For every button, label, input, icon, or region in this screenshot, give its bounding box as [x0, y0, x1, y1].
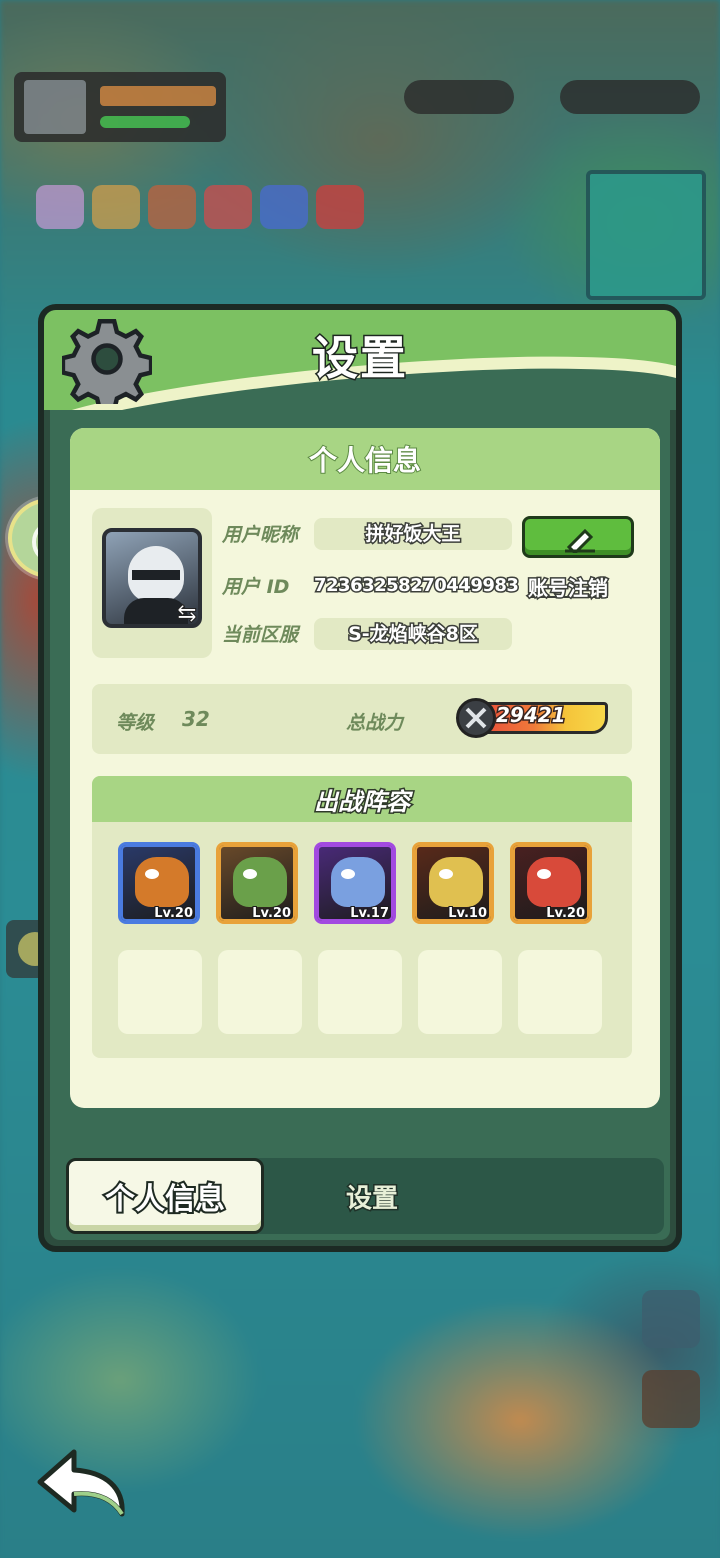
empty-hero-slot[interactable]	[118, 950, 202, 1034]
edit-nickname-button[interactable]	[522, 516, 634, 558]
empty-hero-slot[interactable]	[518, 950, 602, 1034]
stats-bar: 等级 32 总战力 29421	[92, 684, 632, 754]
server-label: 当前区服	[222, 624, 299, 646]
hero-portrait	[233, 857, 287, 907]
tab-personal-info[interactable]: 个人信息	[66, 1158, 264, 1234]
event-icons-row	[36, 185, 364, 229]
crossed-swords-icon	[456, 698, 496, 738]
hero-level: Lv.20	[545, 905, 586, 921]
hero-portrait	[135, 857, 189, 907]
hero-level: Lv.20	[251, 905, 292, 921]
empty-slot-row	[118, 950, 602, 1034]
gem-resource	[404, 80, 514, 114]
tab-bar: 个人信息 设置	[66, 1158, 664, 1234]
hero-portrait-eye	[243, 869, 257, 879]
power-badge: 29421	[456, 698, 612, 738]
power-value: 29421	[495, 702, 568, 729]
profile-section: ⇆ 用户昵称 拼好饭大王 用户 ID 72363258270449983 账号注…	[92, 508, 640, 658]
empty-hero-slot[interactable]	[418, 950, 502, 1034]
personal-info-title: 个人信息	[308, 443, 422, 478]
user-id-label: 用户 ID	[222, 576, 290, 598]
hero-portrait-eye	[537, 869, 551, 879]
hero-card[interactable]: Lv.20	[510, 842, 592, 924]
nickname-value: 拼好饭大王	[314, 518, 512, 550]
hero-portrait-eye	[145, 869, 159, 879]
empty-hero-slot[interactable]	[218, 950, 302, 1034]
tab-settings[interactable]: 设置	[344, 1178, 399, 1216]
hero-card[interactable]: Lv.20	[118, 842, 200, 924]
gold-resource	[560, 80, 700, 114]
hero-card[interactable]: Lv.10	[412, 842, 494, 924]
server-value: S-龙焰峡谷8区	[314, 618, 512, 650]
minimap	[586, 170, 706, 300]
empty-hero-slot[interactable]	[318, 950, 402, 1034]
hero-card[interactable]: Lv.20	[216, 842, 298, 924]
hero-portrait-eye	[439, 869, 453, 879]
swap-arrows-icon[interactable]: ⇆	[172, 598, 198, 625]
hero-card[interactable]: Lv.17	[314, 842, 396, 924]
hero-portrait	[429, 857, 483, 907]
avatar-frame: ⇆	[92, 508, 212, 658]
level-label: 等级	[116, 712, 155, 734]
hero-level: Lv.17	[349, 905, 390, 921]
avatar[interactable]: ⇆	[102, 528, 202, 628]
lineup-title: 出战阵容	[313, 786, 412, 817]
hero-portrait	[527, 857, 581, 907]
settings-panel: 设置 个人信息 ⇆ 用户昵称 拼好饭大王 用户 ID 7236325827044…	[38, 304, 682, 1252]
personal-info-card: 个人信息 ⇆ 用户昵称 拼好饭大王 用户 ID 7236325827044998…	[70, 428, 660, 1108]
back-arrow-icon[interactable]	[36, 1448, 132, 1522]
hero-portrait	[331, 857, 385, 907]
lineup-section: 出战阵容 Lv.20 Lv.20 Lv.17 Lv.10 Lv.20	[92, 776, 632, 1058]
nickname-label: 用户昵称	[222, 524, 299, 546]
deregister-link[interactable]: 账号注销	[527, 572, 610, 602]
power-label: 总战力	[346, 712, 404, 734]
hero-level: Lv.20	[153, 905, 194, 921]
side-shortcut-2	[642, 1370, 700, 1428]
user-id-value: 72363258270449983	[313, 574, 521, 598]
level-value: 32	[182, 707, 210, 731]
player-info-bar	[14, 72, 226, 142]
hero-row: Lv.20 Lv.20 Lv.17 Lv.10 Lv.20	[118, 842, 592, 924]
hero-portrait-eye	[341, 869, 355, 879]
personal-info-header: 个人信息	[70, 428, 660, 490]
panel-title: 设置	[311, 330, 408, 387]
side-shortcut-1	[642, 1290, 700, 1348]
hero-level: Lv.10	[447, 905, 488, 921]
pencil-icon	[565, 528, 595, 553]
tab-personal-info-label: 个人信息	[103, 1180, 227, 1219]
lineup-header: 出战阵容	[92, 776, 632, 822]
